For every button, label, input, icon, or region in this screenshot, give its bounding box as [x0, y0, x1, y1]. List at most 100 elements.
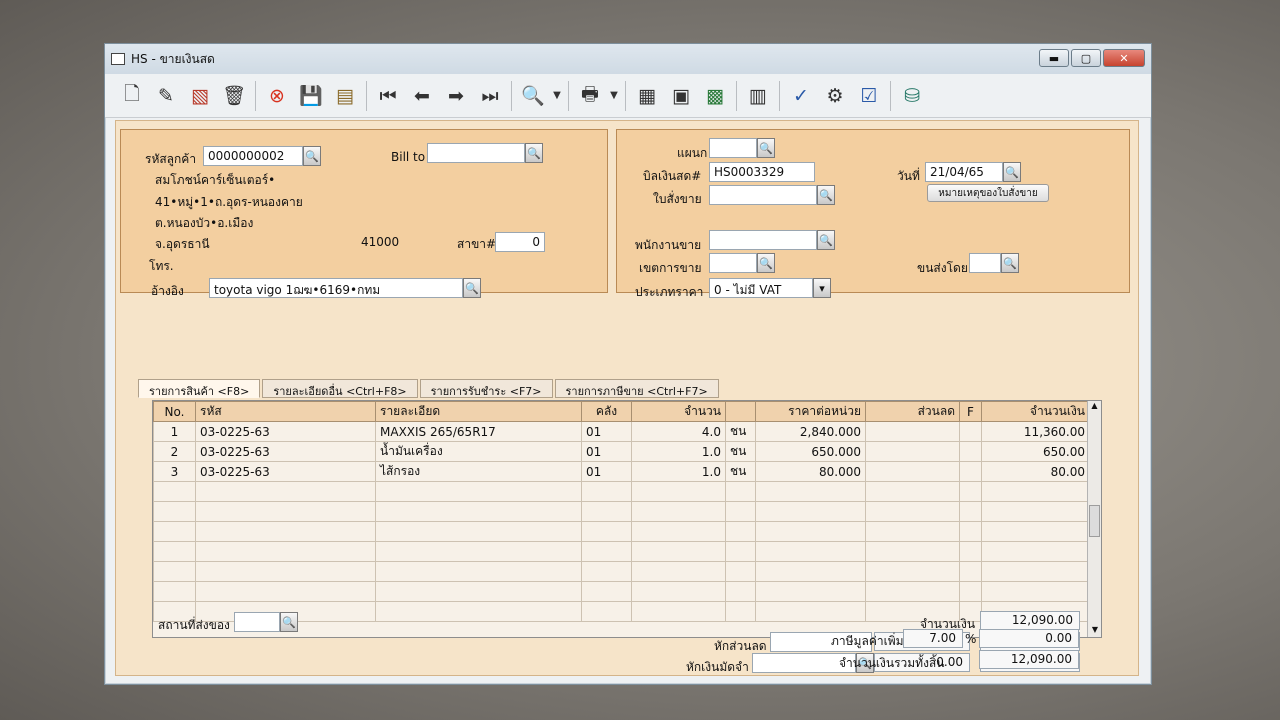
trash-icon[interactable]: 🗑 — [217, 79, 251, 113]
vat-rate-value[interactable]: 7.00 — [903, 629, 963, 648]
item-unit[interactable]: ชน — [725, 461, 756, 482]
scroll-up-icon[interactable]: ▲ — [1088, 401, 1101, 415]
calculator-icon[interactable]: ▦ — [630, 79, 664, 113]
title-bar[interactable]: HS - ขายเงินสด ▬ ▢ ✕ — [105, 44, 1151, 74]
branch-field[interactable]: 0 — [495, 232, 545, 252]
tab-items[interactable]: รายการสินค้า <F8> — [138, 379, 261, 398]
item-unit-price[interactable]: 80.000 — [755, 461, 866, 482]
next-record-icon[interactable]: ➡ — [439, 79, 473, 113]
item-unit[interactable]: ชน — [725, 441, 756, 462]
item-flag[interactable] — [959, 421, 982, 442]
salesperson-lookup-icon[interactable]: 🔍 — [817, 230, 835, 250]
item-discount[interactable] — [865, 441, 960, 462]
void-icon[interactable]: ▧ — [183, 79, 217, 113]
first-record-icon[interactable]: ⏮ — [371, 79, 405, 113]
column-header[interactable]: F — [959, 401, 982, 422]
item-description[interactable]: ไส้กรอง — [375, 461, 582, 482]
table-row[interactable]: 2 03-0225-63 น้ำมันเครื่อง 01 1.0 ชน 650… — [153, 441, 1090, 462]
item-code[interactable]: 03-0225-63 — [195, 441, 376, 462]
search-doc-icon[interactable]: 🔍 — [516, 79, 550, 113]
tab-payments[interactable]: รายการรับชำระ <F7> — [419, 379, 553, 398]
date-picker-icon[interactable]: 🔍 — [1003, 162, 1021, 182]
item-quantity[interactable]: 1.0 — [631, 461, 726, 482]
item-quantity[interactable]: 1.0 — [631, 441, 726, 462]
shipping-field[interactable] — [969, 253, 1001, 273]
empty-row[interactable] — [153, 561, 1090, 582]
ship-place-lookup-icon[interactable]: 🔍 — [280, 612, 298, 632]
edit-icon[interactable]: ✎ — [149, 79, 183, 113]
tab-sales-tax[interactable]: รายการภาษีขาย <Ctrl+F7> — [554, 379, 719, 398]
column-header[interactable]: ราคาต่อหน่วย — [755, 401, 866, 422]
item-quantity[interactable]: 4.0 — [631, 421, 726, 442]
close-button[interactable]: ✕ — [1103, 49, 1145, 67]
new-doc-icon[interactable]: 🗋 — [115, 79, 149, 113]
reference-lookup-icon[interactable]: 🔍 — [463, 278, 481, 298]
billto-lookup-icon[interactable]: 🔍 — [525, 143, 543, 163]
column-header[interactable]: ส่วนลด — [865, 401, 960, 422]
shipping-lookup-icon[interactable]: 🔍 — [1001, 253, 1019, 273]
item-code[interactable]: 03-0225-63 — [195, 461, 376, 482]
sales-order-lookup-icon[interactable]: 🔍 — [817, 185, 835, 205]
last-record-icon[interactable]: ⏭ — [473, 79, 507, 113]
empty-row[interactable] — [153, 521, 1090, 542]
receipt-icon[interactable]: ▥ — [741, 79, 775, 113]
chevron-down-icon[interactable]: ▾ — [813, 278, 831, 298]
empty-row[interactable] — [153, 501, 1090, 522]
price-type-select[interactable]: 0 - ไม่มี VAT — [709, 278, 813, 298]
print-icon[interactable]: 🖶 — [573, 79, 607, 113]
item-flag[interactable] — [959, 441, 982, 462]
sales-order-field[interactable] — [709, 185, 817, 205]
column-header[interactable]: จำนวนเงิน — [981, 401, 1090, 422]
column-header[interactable]: รายละเอียด — [375, 401, 582, 422]
column-header[interactable]: รหัส — [195, 401, 376, 422]
maximize-button[interactable]: ▢ — [1071, 49, 1101, 67]
customer-code-field[interactable]: 0000000002 — [203, 146, 303, 166]
table-row[interactable]: 1 03-0225-63 MAXXIS 265/65R17 01 4.0 ชน … — [153, 421, 1090, 442]
prev-record-icon[interactable]: ⬅ — [405, 79, 439, 113]
tab-other-details[interactable]: รายละเอียดอื่น <Ctrl+F8> — [262, 379, 418, 398]
scroll-down-icon[interactable]: ▼ — [1088, 625, 1101, 637]
ok-file-icon[interactable]: ☑ — [852, 79, 886, 113]
item-warehouse[interactable]: 01 — [581, 421, 632, 442]
ok-user-icon[interactable]: ✓ — [784, 79, 818, 113]
tools-icon[interactable]: ⚙ — [818, 79, 852, 113]
sales-area-lookup-icon[interactable]: 🔍 — [757, 253, 775, 273]
customer-lookup-icon[interactable]: 🔍 — [303, 146, 321, 166]
date-field[interactable]: 21/04/65 — [925, 162, 1003, 182]
item-unit-price[interactable]: 650.000 — [755, 441, 866, 462]
item-discount[interactable] — [865, 461, 960, 482]
grid-scrollbar[interactable]: ▲ ▼ — [1087, 401, 1101, 637]
empty-row[interactable] — [153, 581, 1090, 602]
dropdown-icon[interactable]: ▼ — [550, 79, 564, 113]
cash-bill-field[interactable]: HS0003329 — [709, 162, 815, 182]
billto-field[interactable] — [427, 143, 525, 163]
register-icon[interactable]: ▣ — [664, 79, 698, 113]
column-header[interactable]: คลัง — [581, 401, 632, 422]
department-lookup-icon[interactable]: 🔍 — [757, 138, 775, 158]
sales-area-field[interactable] — [709, 253, 757, 273]
item-discount[interactable] — [865, 421, 960, 442]
save-icon[interactable]: 💾 — [294, 79, 328, 113]
items-grid[interactable]: No. รหัส รายละเอียด คลัง จำนวน ราคาต่อหน… — [152, 400, 1102, 638]
scroll-thumb[interactable] — [1089, 505, 1100, 537]
column-header[interactable]: จำนวน — [631, 401, 726, 422]
column-header[interactable] — [725, 401, 756, 422]
reference-field[interactable]: toyota vigo 1ฌฆ•6169•กทม — [209, 278, 463, 298]
order-note-button[interactable]: หมายเหตุของใบสั่งขาย — [927, 184, 1049, 202]
ship-place-field[interactable] — [234, 612, 280, 632]
item-description[interactable]: MAXXIS 265/65R17 — [375, 421, 582, 442]
column-header[interactable]: No. — [153, 401, 196, 422]
item-flag[interactable] — [959, 461, 982, 482]
salesperson-field[interactable] — [709, 230, 817, 250]
empty-row[interactable] — [153, 541, 1090, 562]
item-warehouse[interactable]: 01 — [581, 441, 632, 462]
item-description[interactable]: น้ำมันเครื่อง — [375, 441, 582, 462]
empty-row[interactable] — [153, 481, 1090, 502]
item-unit-price[interactable]: 2,840.000 — [755, 421, 866, 442]
department-field[interactable] — [709, 138, 757, 158]
minimize-button[interactable]: ▬ — [1039, 49, 1069, 67]
dropdown-icon[interactable]: ▼ — [607, 79, 621, 113]
monitor-icon[interactable]: ▩ — [698, 79, 732, 113]
item-warehouse[interactable]: 01 — [581, 461, 632, 482]
cancel-icon[interactable]: ⊗ — [260, 79, 294, 113]
